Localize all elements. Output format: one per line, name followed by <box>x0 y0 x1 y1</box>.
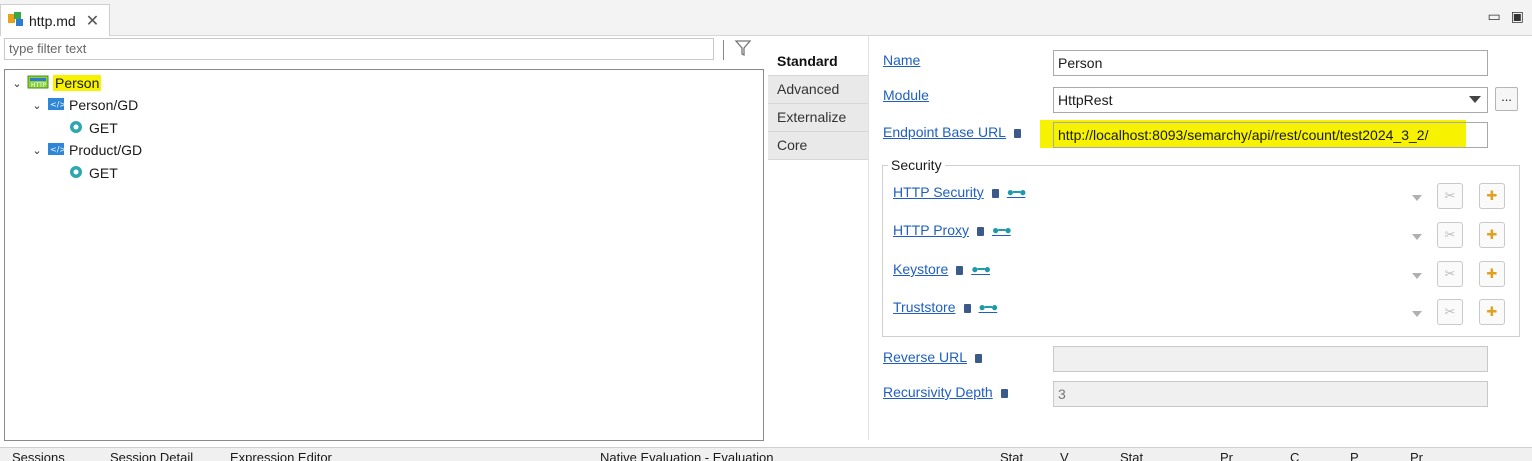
tree-filter-input[interactable]: type filter text <box>4 38 714 60</box>
filter-funnel-icon[interactable] <box>734 38 752 61</box>
tree-node-person-gd[interactable]: ⌄ </> Person/GD <box>31 95 138 115</box>
connection-icon: ●━● <box>978 300 999 314</box>
editor-tab[interactable]: http.md ✕ <box>0 4 111 36</box>
reverse-url-link[interactable]: Reverse URL <box>883 349 983 365</box>
module-link[interactable]: Module <box>883 87 929 103</box>
recursivity-depth-field[interactable]: 3 <box>1053 381 1488 407</box>
tree-node-label: Person/GD <box>69 97 139 113</box>
filter-separator <box>723 40 724 60</box>
endpoint-base-url-field[interactable]: http://localhost:8093/semarchy/api/rest/… <box>1053 122 1488 148</box>
create-button[interactable]: ✚ <box>1479 183 1505 209</box>
create-link-icon: ✚ <box>1486 188 1498 203</box>
tab-native-evaluation[interactable]: Native Evaluation - Evaluation <box>600 450 773 461</box>
clear-button[interactable]: ✂ <box>1437 183 1463 209</box>
dropdown-arrow-icon[interactable] <box>1412 273 1422 279</box>
http-security-link[interactable]: HTTP Security ●━● <box>893 184 1026 200</box>
reverse-url-field[interactable] <box>1053 346 1488 372</box>
create-button[interactable]: ✚ <box>1479 299 1505 325</box>
tree-node-person[interactable]: ⌄ HTTP Person <box>11 73 102 93</box>
chevron-down-icon <box>1469 96 1481 103</box>
tab-advanced[interactable]: Advanced <box>768 76 868 104</box>
info-icon <box>1000 388 1008 398</box>
dropdown-arrow-icon[interactable] <box>1412 234 1422 240</box>
tab-p[interactable]: P <box>1350 450 1359 461</box>
chevron-down-icon[interactable]: ⌄ <box>31 144 43 157</box>
method-gear-icon <box>67 164 85 183</box>
tree-node-get[interactable]: GET <box>67 163 118 183</box>
create-button[interactable]: ✚ <box>1479 261 1505 287</box>
tree-node-label: GET <box>89 120 118 136</box>
info-icon <box>1013 128 1021 138</box>
tab-pr-2[interactable]: Pr <box>1410 450 1423 461</box>
tab-v[interactable]: V <box>1060 450 1069 461</box>
property-tabs: Standard Advanced Externalize Core <box>768 48 868 160</box>
model-tree: ⌄ HTTP Person ⌄ </> Person/GD GET ⌄ </> … <box>4 69 764 441</box>
module-browse-button[interactable]: ... <box>1495 87 1518 111</box>
svg-text:HTTP: HTTP <box>31 82 47 89</box>
tree-node-label: Product/GD <box>69 142 143 158</box>
disconnect-icon: ✂ <box>1444 188 1456 203</box>
tab-standard[interactable]: Standard <box>768 48 868 76</box>
clear-button[interactable]: ✂ <box>1437 222 1463 248</box>
security-legend: Security <box>888 157 945 173</box>
endpoint-icon: </> <box>47 141 66 160</box>
svg-text:</>: </> <box>50 100 65 109</box>
info-icon <box>975 353 983 363</box>
clear-button[interactable]: ✂ <box>1437 299 1463 325</box>
create-link-icon: ✚ <box>1486 227 1498 242</box>
tab-session-detail[interactable]: Session Detail <box>110 450 193 461</box>
connection-icon: ●━● <box>971 262 991 276</box>
rest-service-icon: HTTP <box>27 74 49 93</box>
tree-node-product-gd[interactable]: ⌄ </> Product/GD <box>31 140 142 160</box>
divider <box>868 36 869 440</box>
tab-sessions[interactable]: Sessions <box>12 450 65 461</box>
dropdown-arrow-icon[interactable] <box>1412 311 1422 317</box>
tree-node-get[interactable]: GET <box>67 118 118 138</box>
info-icon <box>963 303 971 313</box>
tab-c[interactable]: C <box>1290 450 1299 461</box>
clear-button[interactable]: ✂ <box>1437 261 1463 287</box>
minimize-icon[interactable]: ▭ <box>1488 8 1501 25</box>
recursivity-depth-link[interactable]: Recursivity Depth <box>883 384 1008 400</box>
info-icon <box>976 226 984 236</box>
keystore-link[interactable]: Keystore ●━● <box>893 261 991 277</box>
maximize-icon[interactable]: ▣ <box>1511 8 1524 25</box>
create-link-icon: ✚ <box>1486 266 1498 281</box>
method-gear-icon <box>67 119 85 138</box>
tab-stat[interactable]: Stat <box>1000 450 1023 461</box>
tree-node-label: Person <box>53 75 102 91</box>
info-icon <box>956 265 964 275</box>
chevron-down-icon[interactable]: ⌄ <box>31 99 43 112</box>
name-link[interactable]: Name <box>883 52 920 68</box>
svg-text:</>: </> <box>50 145 65 154</box>
endpoint-base-url-link[interactable]: Endpoint Base URL <box>883 124 1021 140</box>
http-proxy-link[interactable]: HTTP Proxy ●━● <box>893 222 1012 238</box>
truststore-link[interactable]: Truststore ●━● <box>893 299 999 315</box>
info-icon <box>991 188 999 198</box>
disconnect-icon: ✂ <box>1444 304 1456 319</box>
disconnect-icon: ✂ <box>1444 266 1456 281</box>
create-button[interactable]: ✚ <box>1479 222 1505 248</box>
http-model-icon <box>7 11 25 30</box>
tab-pr[interactable]: Pr <box>1220 450 1233 461</box>
dropdown-arrow-icon[interactable] <box>1412 195 1422 201</box>
chevron-down-icon[interactable]: ⌄ <box>11 77 23 90</box>
connection-icon: ●━● <box>1006 185 1027 199</box>
editor-tab-title: http.md <box>29 12 76 29</box>
close-tab-icon[interactable]: ✕ <box>86 11 99 31</box>
create-link-icon: ✚ <box>1486 304 1498 319</box>
endpoint-icon: </> <box>47 96 66 115</box>
tab-expression-editor[interactable]: Expression Editor <box>230 450 332 461</box>
tab-stat-2[interactable]: Stat <box>1120 450 1143 461</box>
disconnect-icon: ✂ <box>1444 227 1456 242</box>
bottom-view-tabs: Sessions Session Detail Expression Edito… <box>0 447 1532 461</box>
module-select-value: HttpRest <box>1058 92 1113 108</box>
connection-icon: ●━● <box>991 223 1012 237</box>
tree-node-label: GET <box>89 165 118 181</box>
tab-externalize[interactable]: Externalize <box>768 104 868 132</box>
tab-core[interactable]: Core <box>768 132 868 160</box>
name-field[interactable]: Person <box>1053 50 1488 76</box>
module-select[interactable]: HttpRest <box>1053 87 1488 113</box>
editor-tab-strip: http.md ✕ ▭ ▣ <box>0 0 1532 36</box>
